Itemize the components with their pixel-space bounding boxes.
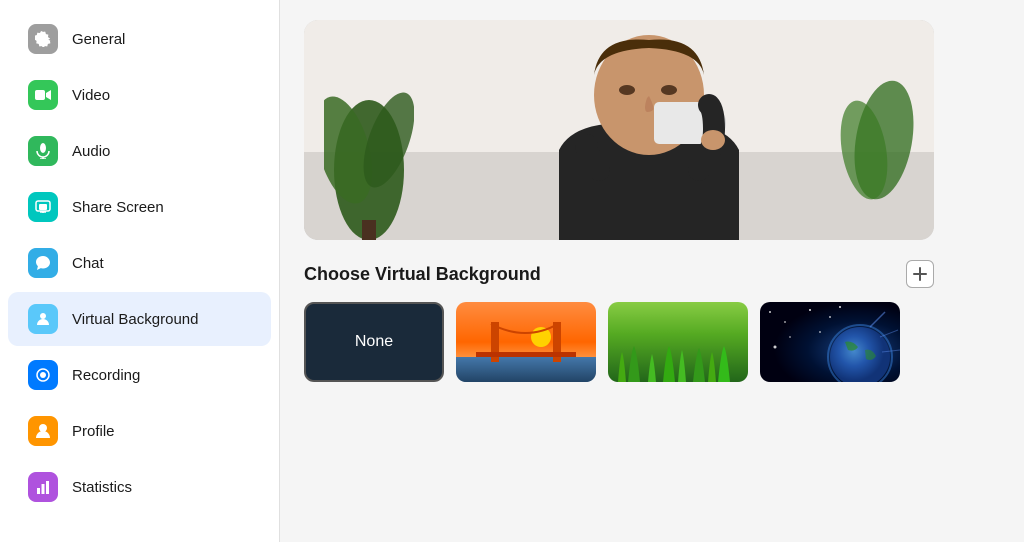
- person: [499, 30, 799, 240]
- recording-icon: [28, 360, 58, 390]
- sidebar-item-statistics[interactable]: Statistics: [8, 460, 271, 514]
- background-options: None: [304, 302, 934, 382]
- sidebar-item-label-share-screen: Share Screen: [72, 199, 164, 216]
- gear-icon: [28, 24, 58, 54]
- sidebar-item-virtual-background[interactable]: Virtual Background: [8, 292, 271, 346]
- grass-preview: [608, 302, 748, 382]
- sidebar-item-label-profile: Profile: [72, 423, 115, 440]
- background-option-grass[interactable]: [608, 302, 748, 382]
- sidebar-item-video[interactable]: Video: [8, 68, 271, 122]
- chat-icon: [28, 248, 58, 278]
- plant-left: [324, 70, 414, 240]
- sidebar-item-audio[interactable]: Audio: [8, 124, 271, 178]
- video-background: [304, 20, 934, 240]
- sidebar-item-share-screen[interactable]: Share Screen: [8, 180, 271, 234]
- main-content: Choose Virtual Background None: [280, 0, 1024, 542]
- background-option-none[interactable]: None: [304, 302, 444, 382]
- background-option-bridge[interactable]: [456, 302, 596, 382]
- plant-right: [834, 80, 914, 210]
- audio-icon: [28, 136, 58, 166]
- sidebar-item-label-statistics: Statistics: [72, 479, 132, 496]
- background-none-label: None: [355, 333, 393, 351]
- sidebar-item-label-virtual-background: Virtual Background: [72, 311, 198, 328]
- profile-icon: [28, 416, 58, 446]
- video-icon: [28, 80, 58, 110]
- sidebar-item-label-audio: Audio: [72, 143, 110, 160]
- sidebar-item-chat[interactable]: Chat: [8, 236, 271, 290]
- share-screen-icon: [28, 192, 58, 222]
- choose-header: Choose Virtual Background: [304, 260, 934, 288]
- video-preview: [304, 20, 934, 240]
- choose-section: Choose Virtual Background None: [304, 260, 934, 382]
- sidebar-item-general[interactable]: General: [8, 12, 271, 66]
- bridge-preview: [456, 302, 596, 382]
- sidebar-item-profile[interactable]: Profile: [8, 404, 271, 458]
- sidebar-item-recording[interactable]: Recording: [8, 348, 271, 402]
- choose-title: Choose Virtual Background: [304, 264, 541, 285]
- statistics-icon: [28, 472, 58, 502]
- sidebar-item-label-video: Video: [72, 87, 110, 104]
- add-background-button[interactable]: [906, 260, 934, 288]
- sidebar-item-label-recording: Recording: [72, 367, 140, 384]
- sidebar-item-label-general: General: [72, 31, 125, 48]
- sidebar-item-label-chat: Chat: [72, 255, 104, 272]
- background-option-space[interactable]: [760, 302, 900, 382]
- virtual-background-icon: [28, 304, 58, 334]
- sidebar: General Video Audio: [0, 0, 280, 542]
- space-preview: [760, 302, 900, 382]
